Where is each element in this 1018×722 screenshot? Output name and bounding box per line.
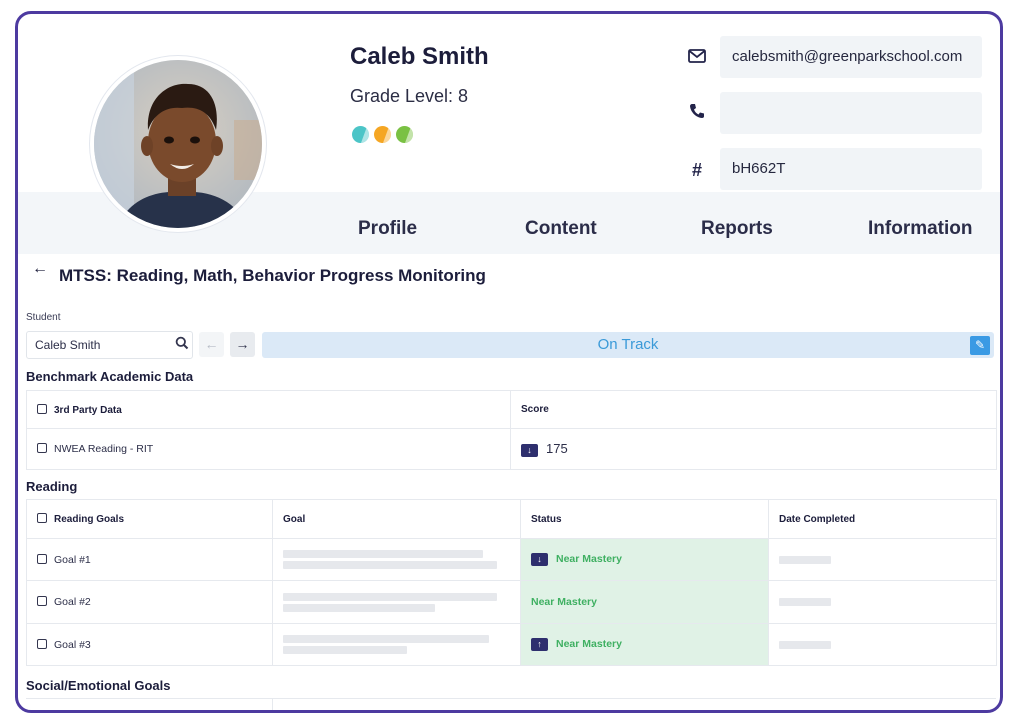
table-row: Goal #1 ↓ Near Mastery xyxy=(26,538,997,581)
next-student-button[interactable]: → xyxy=(230,332,255,357)
row-checkbox[interactable] xyxy=(37,638,47,649)
tab-reports[interactable]: Reports xyxy=(701,218,773,240)
header-cell: 3rd Party Data xyxy=(26,390,511,429)
table-header-row: Reading Goals Goal Status Date Completed xyxy=(26,499,997,539)
table-row: Goal #2 Near Mastery xyxy=(26,580,997,624)
student-search-input[interactable]: Caleb Smith xyxy=(26,331,193,359)
hash-icon: # xyxy=(691,160,702,180)
header-label: Date Completed xyxy=(779,513,856,525)
status-cell: ↓ Near Mastery xyxy=(520,538,769,581)
email-field[interactable]: calebsmith@greenparkschool.com xyxy=(720,36,982,78)
orange-half-dot-icon xyxy=(374,126,391,143)
header-label: Reading Goals xyxy=(54,514,125,525)
placeholder-line xyxy=(283,561,497,569)
header-label: Status xyxy=(531,513,562,525)
row-checkbox[interactable] xyxy=(37,596,47,606)
goal-cell xyxy=(272,580,521,624)
id-field[interactable]: bH662T xyxy=(720,148,982,190)
page-title: MTSS: Reading, Math, Behavior Progress M… xyxy=(59,266,486,285)
row-label: Goal #1 xyxy=(54,553,91,566)
reading-table: Reading Goals Goal Status Date Completed… xyxy=(26,499,997,666)
header-label: Goal xyxy=(283,513,306,525)
header-cell: Goal xyxy=(272,499,521,539)
header-label: 3rd Party Data xyxy=(54,404,122,416)
header-cell: Reading Goals xyxy=(26,499,273,539)
placeholder-line xyxy=(283,635,489,643)
row-name-cell: Goal #1 xyxy=(26,538,273,581)
phone-icon xyxy=(686,100,708,122)
row-checkbox[interactable] xyxy=(37,553,47,564)
status-cell: Near Mastery xyxy=(520,580,769,624)
green-half-dot-icon xyxy=(396,126,413,143)
social-section-title: Social/Emotional Goals xyxy=(26,678,171,693)
trend-up-icon: ↑ xyxy=(531,638,548,651)
header-cell: Date Completed xyxy=(768,499,997,539)
previous-student-button[interactable]: ← xyxy=(199,332,224,357)
search-icon[interactable] xyxy=(175,336,191,352)
back-arrow-icon[interactable]: ← xyxy=(32,260,48,278)
placeholder-line xyxy=(283,550,483,558)
trend-down-icon: ↓ xyxy=(531,553,548,566)
placeholder-line xyxy=(779,640,831,649)
row-name-cell: Goal #2 xyxy=(26,580,273,624)
benchmark-section-title: Benchmark Academic Data xyxy=(26,369,194,384)
edit-pencil-icon[interactable]: ✎ xyxy=(970,336,990,355)
placeholder-line xyxy=(283,646,407,654)
goal-cell xyxy=(272,623,521,666)
table-row: NWEA Reading - RIT ↓ 175 xyxy=(26,428,997,470)
placeholder-line xyxy=(283,592,497,601)
header-cell: Score xyxy=(510,390,997,429)
placeholder-line xyxy=(283,603,435,612)
date-cell xyxy=(768,580,997,624)
row-name-cell: Goal #3 xyxy=(26,623,273,666)
select-all-checkbox[interactable] xyxy=(37,403,47,414)
row-checkbox[interactable] xyxy=(37,443,47,453)
teal-half-dot-icon xyxy=(352,126,369,143)
score-cell: ↓ 175 xyxy=(510,428,997,470)
row-label: Goal #3 xyxy=(54,638,91,651)
status-label: Near Mastery xyxy=(531,596,597,608)
trend-down-icon: ↓ xyxy=(521,444,538,457)
status-label: Near Mastery xyxy=(556,553,622,565)
mail-icon xyxy=(686,45,708,67)
placeholder-line xyxy=(779,598,831,606)
phone-field[interactable] xyxy=(720,92,982,134)
student-avatar xyxy=(90,56,266,232)
app-frame: Caleb Smith Grade Level: 8 calebsmith@gr… xyxy=(15,11,1003,713)
status-label: Near Mastery xyxy=(556,638,622,650)
status-cell: ↑ Near Mastery xyxy=(520,623,769,666)
social-table-edge xyxy=(26,698,996,710)
reading-section-title: Reading xyxy=(26,479,78,494)
date-cell xyxy=(768,538,997,581)
date-cell xyxy=(768,623,997,666)
student-name: Caleb Smith xyxy=(350,43,489,70)
row-name-cell: NWEA Reading - RIT xyxy=(26,428,511,470)
tab-content[interactable]: Content xyxy=(525,218,597,240)
select-all-checkbox[interactable] xyxy=(37,513,47,523)
grade-level: Grade Level: 8 xyxy=(350,86,469,106)
column-divider xyxy=(272,699,273,710)
header-cell: Status xyxy=(520,499,769,539)
row-label: Goal #2 xyxy=(54,596,91,608)
student-label: Student xyxy=(26,312,61,323)
status-dots xyxy=(352,126,413,143)
table-header-row: 3rd Party Data Score xyxy=(26,390,997,429)
tab-information[interactable]: Information xyxy=(868,218,973,240)
tab-profile[interactable]: Profile xyxy=(358,218,417,240)
row-label: NWEA Reading - RIT xyxy=(54,443,154,455)
placeholder-line xyxy=(779,555,831,564)
student-photo xyxy=(94,60,262,228)
goal-cell xyxy=(272,538,521,581)
benchmark-table: 3rd Party Data Score NWEA Reading - RIT … xyxy=(26,390,997,470)
table-row: Goal #3 ↑ Near Mastery xyxy=(26,623,997,666)
score-value: 175 xyxy=(546,441,568,456)
header-label: Score xyxy=(521,404,549,415)
status-bar: On Track xyxy=(262,332,994,358)
